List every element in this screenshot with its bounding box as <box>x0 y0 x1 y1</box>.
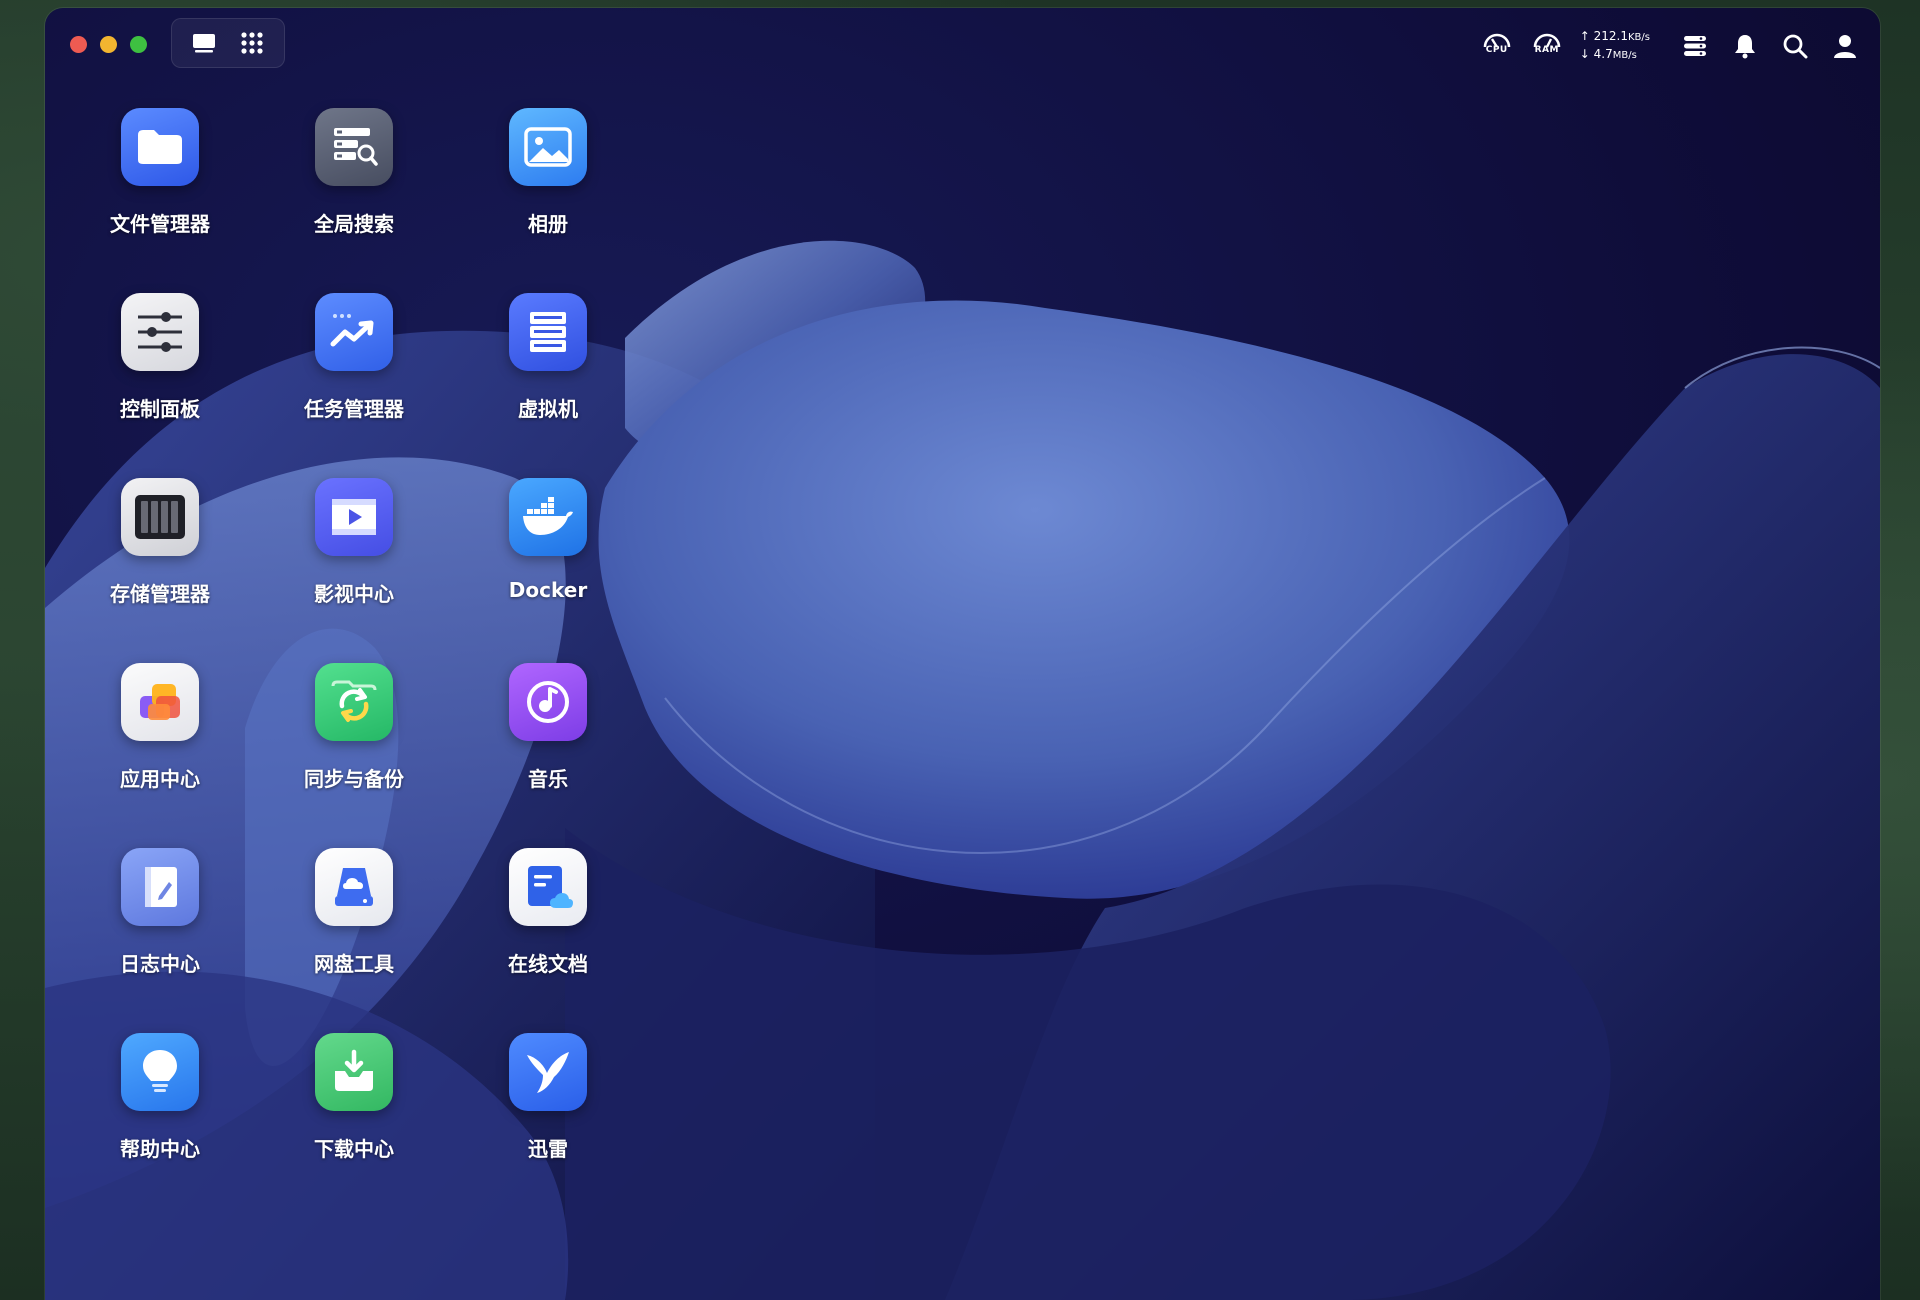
app-sync-backup[interactable]: 同步与备份 <box>264 663 444 823</box>
app-label: 全局搜索 <box>314 212 394 236</box>
app-file-manager[interactable]: 文件管理器 <box>70 108 250 268</box>
help-bulb-icon <box>121 1033 199 1111</box>
system-tray: CPU RAM ↑ 212.1KB/s ↓ 4.7MB/s <box>1480 26 1862 66</box>
app-label: 文件管理器 <box>110 212 210 236</box>
app-label: 在线文档 <box>508 952 588 976</box>
sync-icon <box>315 663 393 741</box>
cpu-label: CPU <box>1485 45 1508 55</box>
download-icon <box>315 1033 393 1111</box>
server-icon <box>509 293 587 371</box>
user-button[interactable] <box>1828 29 1862 63</box>
app-media-center[interactable]: 影视中心 <box>264 478 444 638</box>
search-icon <box>1783 34 1808 59</box>
download-arrow-icon: ↓ <box>1579 47 1590 61</box>
app-label: 存储管理器 <box>110 582 210 606</box>
folder-icon <box>121 108 199 186</box>
app-label: 任务管理器 <box>304 397 404 421</box>
app-label: 控制面板 <box>120 397 200 421</box>
upload-value: 212.1 <box>1593 29 1628 43</box>
cpu-gauge[interactable]: CPU <box>1480 29 1514 63</box>
network-speed[interactable]: ↑ 212.1KB/s ↓ 4.7MB/s <box>1580 28 1650 64</box>
app-storage-manager[interactable]: 存储管理器 <box>70 478 250 638</box>
video-icon <box>315 478 393 556</box>
ram-gauge[interactable]: RAM <box>1530 29 1564 63</box>
bell-icon <box>1735 35 1755 59</box>
global-search-icon <box>315 108 393 186</box>
log-icon <box>121 848 199 926</box>
widgets-icon <box>1684 36 1706 56</box>
app-label: 相册 <box>528 212 568 236</box>
app-label: 网盘工具 <box>314 952 394 976</box>
app-download-center[interactable]: 下载中心 <box>264 1033 444 1193</box>
app-log-center[interactable]: 日志中心 <box>70 848 250 1008</box>
app-label: 虚拟机 <box>518 397 578 421</box>
notifications-button[interactable] <box>1728 29 1762 63</box>
app-music[interactable]: 音乐 <box>458 663 638 823</box>
desktop-window: CPU RAM ↑ 212.1KB/s ↓ 4.7MB/s 文件管理器 全局搜索… <box>45 8 1880 1300</box>
app-docker[interactable]: Docker <box>458 478 638 638</box>
search-button[interactable] <box>1778 29 1812 63</box>
sliders-icon <box>121 293 199 371</box>
online-doc-icon <box>509 848 587 926</box>
app-label: 音乐 <box>528 767 568 791</box>
upload-arrow-icon: ↑ <box>1579 29 1590 43</box>
view-switch <box>171 18 285 68</box>
cloud-drive-icon <box>315 848 393 926</box>
app-task-manager[interactable]: 任务管理器 <box>264 293 444 453</box>
app-label: 应用中心 <box>120 767 200 791</box>
download-value: 4.7 <box>1593 47 1613 61</box>
app-global-search[interactable]: 全局搜索 <box>264 108 444 268</box>
app-control-panel[interactable]: 控制面板 <box>70 293 250 453</box>
app-online-docs[interactable]: 在线文档 <box>458 848 638 1008</box>
app-label: 迅雷 <box>528 1137 568 1161</box>
app-label: 下载中心 <box>314 1137 394 1161</box>
thunder-bird-icon <box>509 1033 587 1111</box>
app-label: 同步与备份 <box>304 767 404 791</box>
music-icon <box>509 663 587 741</box>
app-photos[interactable]: 相册 <box>458 108 638 268</box>
app-xunlei[interactable]: 迅雷 <box>458 1033 638 1193</box>
trend-icon <box>315 293 393 371</box>
desktop-icon[interactable] <box>186 25 222 61</box>
app-center-icon <box>121 663 199 741</box>
window-controls <box>70 36 147 53</box>
close-button[interactable] <box>70 36 87 53</box>
user-icon <box>1834 35 1856 58</box>
maximize-button[interactable] <box>130 36 147 53</box>
app-grid-icon[interactable] <box>234 25 270 61</box>
upload-unit: KB/s <box>1628 32 1650 43</box>
minimize-button[interactable] <box>100 36 117 53</box>
app-app-center[interactable]: 应用中心 <box>70 663 250 823</box>
app-label: 日志中心 <box>120 952 200 976</box>
app-label: 影视中心 <box>314 582 394 606</box>
docker-icon <box>509 478 587 556</box>
app-virtual-machine[interactable]: 虚拟机 <box>458 293 638 453</box>
photo-icon <box>509 108 587 186</box>
ram-label: RAM <box>1534 45 1559 55</box>
app-label: Docker <box>508 578 588 602</box>
widgets-button[interactable] <box>1678 29 1712 63</box>
download-unit: MB/s <box>1612 50 1637 61</box>
app-cloud-drive-tool[interactable]: 网盘工具 <box>264 848 444 1008</box>
app-help-center[interactable]: 帮助中心 <box>70 1033 250 1193</box>
storage-icon <box>121 478 199 556</box>
app-label: 帮助中心 <box>120 1137 200 1161</box>
